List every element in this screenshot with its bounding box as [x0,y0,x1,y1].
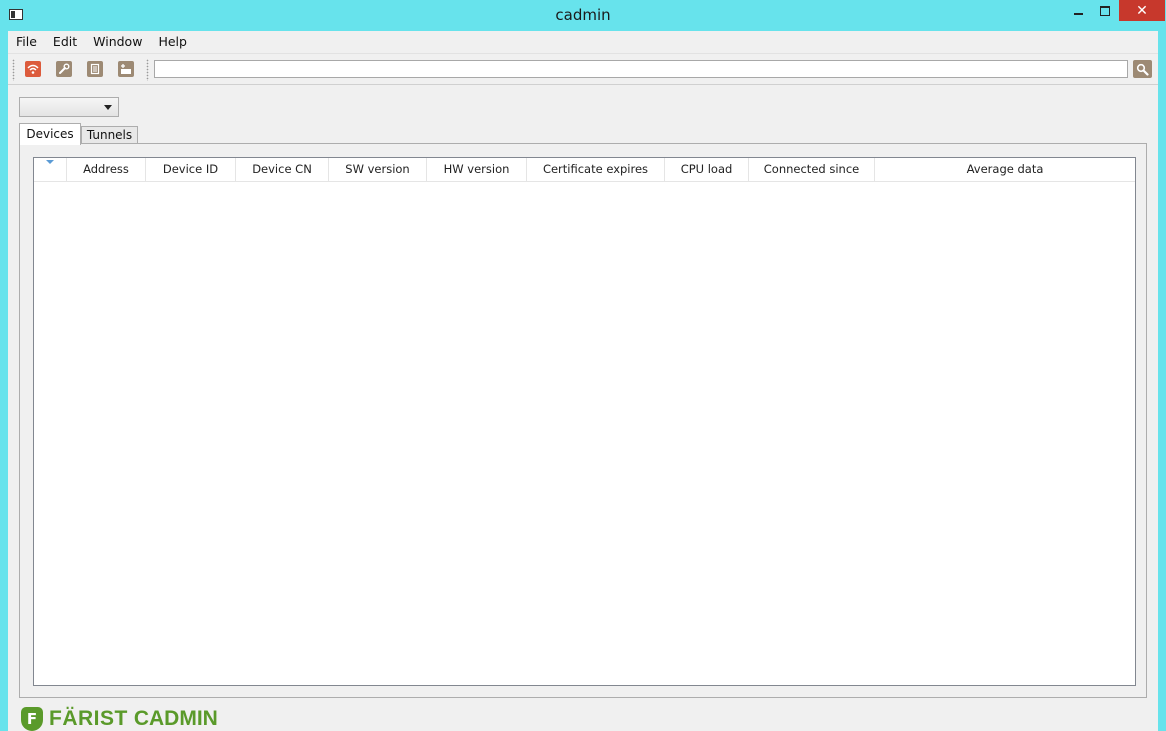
toolbar [8,53,1158,85]
main-window: File Edit Window Help Devices Tunnels Ad… [8,31,1158,731]
search-button[interactable] [1133,60,1152,78]
column-header-address[interactable]: Address [67,158,146,181]
devices-panel: Address Device ID Device CN SW version H… [19,143,1147,698]
tab-devices[interactable]: Devices [19,123,81,145]
close-button[interactable]: ✕ [1119,0,1165,21]
brand-logo: F FÄRIST CADMIN [21,707,218,731]
column-header-sw-version[interactable]: SW version [329,158,427,181]
search-icon [1136,63,1149,76]
column-header-average-data[interactable]: Average data [875,158,1135,181]
chevron-down-icon [104,105,112,110]
column-header-device-id[interactable]: Device ID [146,158,236,181]
menu-file[interactable]: File [8,31,45,52]
column-header-device-cn[interactable]: Device CN [236,158,329,181]
wrench-icon[interactable] [56,61,72,77]
column-header-select[interactable] [34,158,67,181]
column-header-certificate-expires[interactable]: Certificate expires [527,158,665,181]
brand-name: FÄRIST [49,707,128,730]
document-icon[interactable] [87,61,103,77]
tab-tunnels[interactable]: Tunnels [81,126,138,144]
close-icon: ✕ [1136,2,1148,19]
toolbar-grip[interactable] [146,59,149,81]
title-bar: cadmin ✕ [0,0,1166,31]
menu-window[interactable]: Window [85,31,150,52]
menu-bar: File Edit Window Help [8,31,1158,52]
column-header-connected-since[interactable]: Connected since [749,158,875,181]
window-title: cadmin [555,6,611,24]
sort-indicator-icon [46,160,54,164]
minimize-icon [1073,13,1083,15]
table-header: Address Device ID Device CN SW version H… [34,158,1135,182]
maximize-button[interactable] [1092,0,1118,22]
maximize-icon [1100,6,1110,16]
menu-help[interactable]: Help [150,31,195,52]
logo-badge-letter: F [26,710,38,728]
column-header-hw-version[interactable]: HW version [427,158,527,181]
column-header-cpu-load[interactable]: CPU load [665,158,749,181]
toolbar-grip[interactable] [12,59,15,81]
menu-edit[interactable]: Edit [45,31,85,52]
terminal-add-icon[interactable] [118,61,134,77]
shield-logo-icon: F [21,707,43,731]
wifi-icon[interactable] [25,61,41,77]
devices-table[interactable]: Address Device ID Device CN SW version H… [33,157,1136,686]
device-group-select[interactable] [19,97,119,117]
minimize-button[interactable] [1065,0,1091,22]
search-input[interactable] [154,60,1128,78]
product-name: CADMIN [133,707,218,730]
